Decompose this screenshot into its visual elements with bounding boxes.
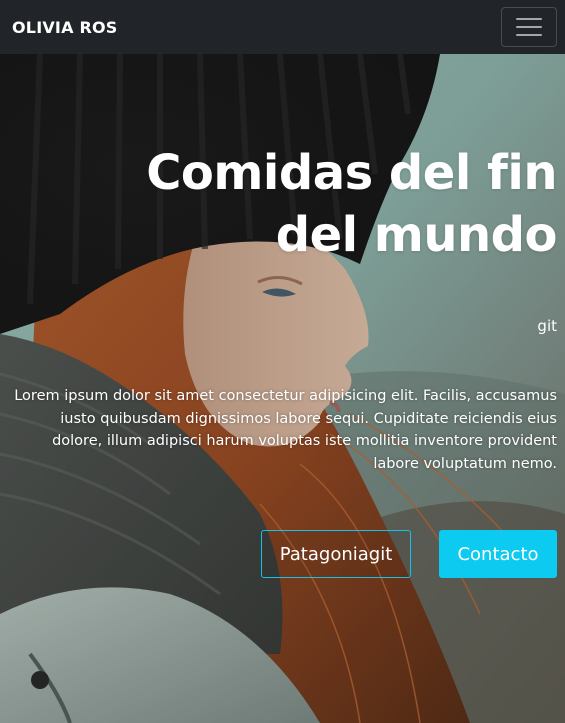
hero-content: Comidas del fin del mundo git Lorem ipsu… <box>0 54 565 723</box>
top-navbar: OLIVIA ROS <box>0 0 565 54</box>
hero-section: Comidas del fin del mundo git Lorem ipsu… <box>0 54 565 723</box>
brand-logo-text[interactable]: OLIVIA ROS <box>12 18 117 37</box>
hero-description: Lorem ipsum dolor sit amet consectetur a… <box>14 388 557 472</box>
contact-button[interactable]: Contacto <box>439 530 557 578</box>
hero-subtitle: git <box>537 317 557 335</box>
hero-title: Comidas del fin del mundo <box>146 145 557 263</box>
hamburger-menu-icon <box>516 18 542 20</box>
patagonia-button[interactable]: Patagoniagit <box>261 530 411 578</box>
menu-toggle-button[interactable] <box>501 7 557 47</box>
